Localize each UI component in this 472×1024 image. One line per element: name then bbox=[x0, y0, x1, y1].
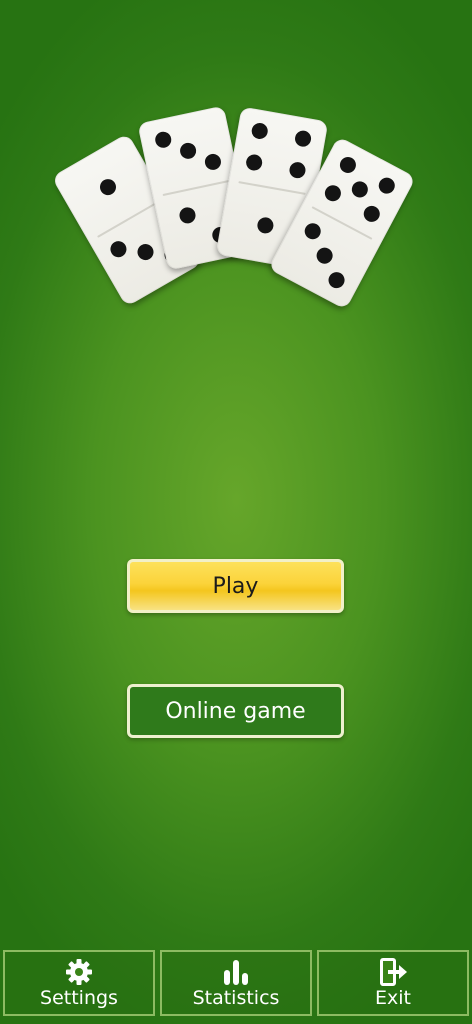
bar-chart-icon bbox=[219, 957, 253, 987]
domino-pip bbox=[337, 154, 359, 176]
domino-divider bbox=[97, 202, 157, 238]
domino-pip bbox=[301, 220, 324, 243]
exit-icon bbox=[376, 957, 410, 987]
exit-label: Exit bbox=[375, 987, 411, 1009]
domino-pip bbox=[349, 178, 371, 201]
domino-divider bbox=[162, 179, 230, 197]
domino-pip bbox=[293, 129, 313, 148]
statistics-label: Statistics bbox=[192, 987, 280, 1009]
domino-pip bbox=[313, 244, 336, 267]
statistics-button[interactable]: Statistics bbox=[160, 950, 312, 1016]
play-button[interactable]: Play bbox=[127, 559, 344, 613]
online-game-button[interactable]: Online game bbox=[127, 684, 344, 738]
settings-label: Settings bbox=[40, 987, 118, 1009]
domino-pip bbox=[288, 160, 307, 180]
domino-pip bbox=[256, 216, 275, 235]
bottom-nav: Settings Statistics Exit bbox=[0, 948, 472, 1024]
exit-button[interactable]: Exit bbox=[317, 950, 469, 1016]
settings-button[interactable]: Settings bbox=[3, 950, 155, 1016]
domino-pip bbox=[203, 152, 223, 172]
domino-pip bbox=[97, 176, 119, 199]
domino-pip bbox=[134, 241, 157, 263]
domino-pip bbox=[153, 130, 173, 150]
domino-divider bbox=[238, 181, 306, 195]
domino-pip bbox=[360, 203, 383, 225]
gear-icon bbox=[62, 957, 96, 987]
online-game-button-label: Online game bbox=[165, 698, 306, 724]
domino-pip bbox=[107, 238, 130, 261]
domino-pip bbox=[322, 182, 344, 205]
domino-pip bbox=[178, 205, 197, 225]
domino-pip bbox=[244, 153, 264, 172]
domino-pip bbox=[325, 269, 348, 291]
domino-pip bbox=[178, 141, 198, 161]
domino-pip bbox=[375, 174, 398, 197]
domino-pip bbox=[250, 121, 269, 141]
domino-fan-logo bbox=[0, 0, 472, 340]
main-menu-screen: Play Online game Settings Statistics Exi… bbox=[0, 0, 472, 1024]
play-button-label: Play bbox=[212, 573, 259, 599]
